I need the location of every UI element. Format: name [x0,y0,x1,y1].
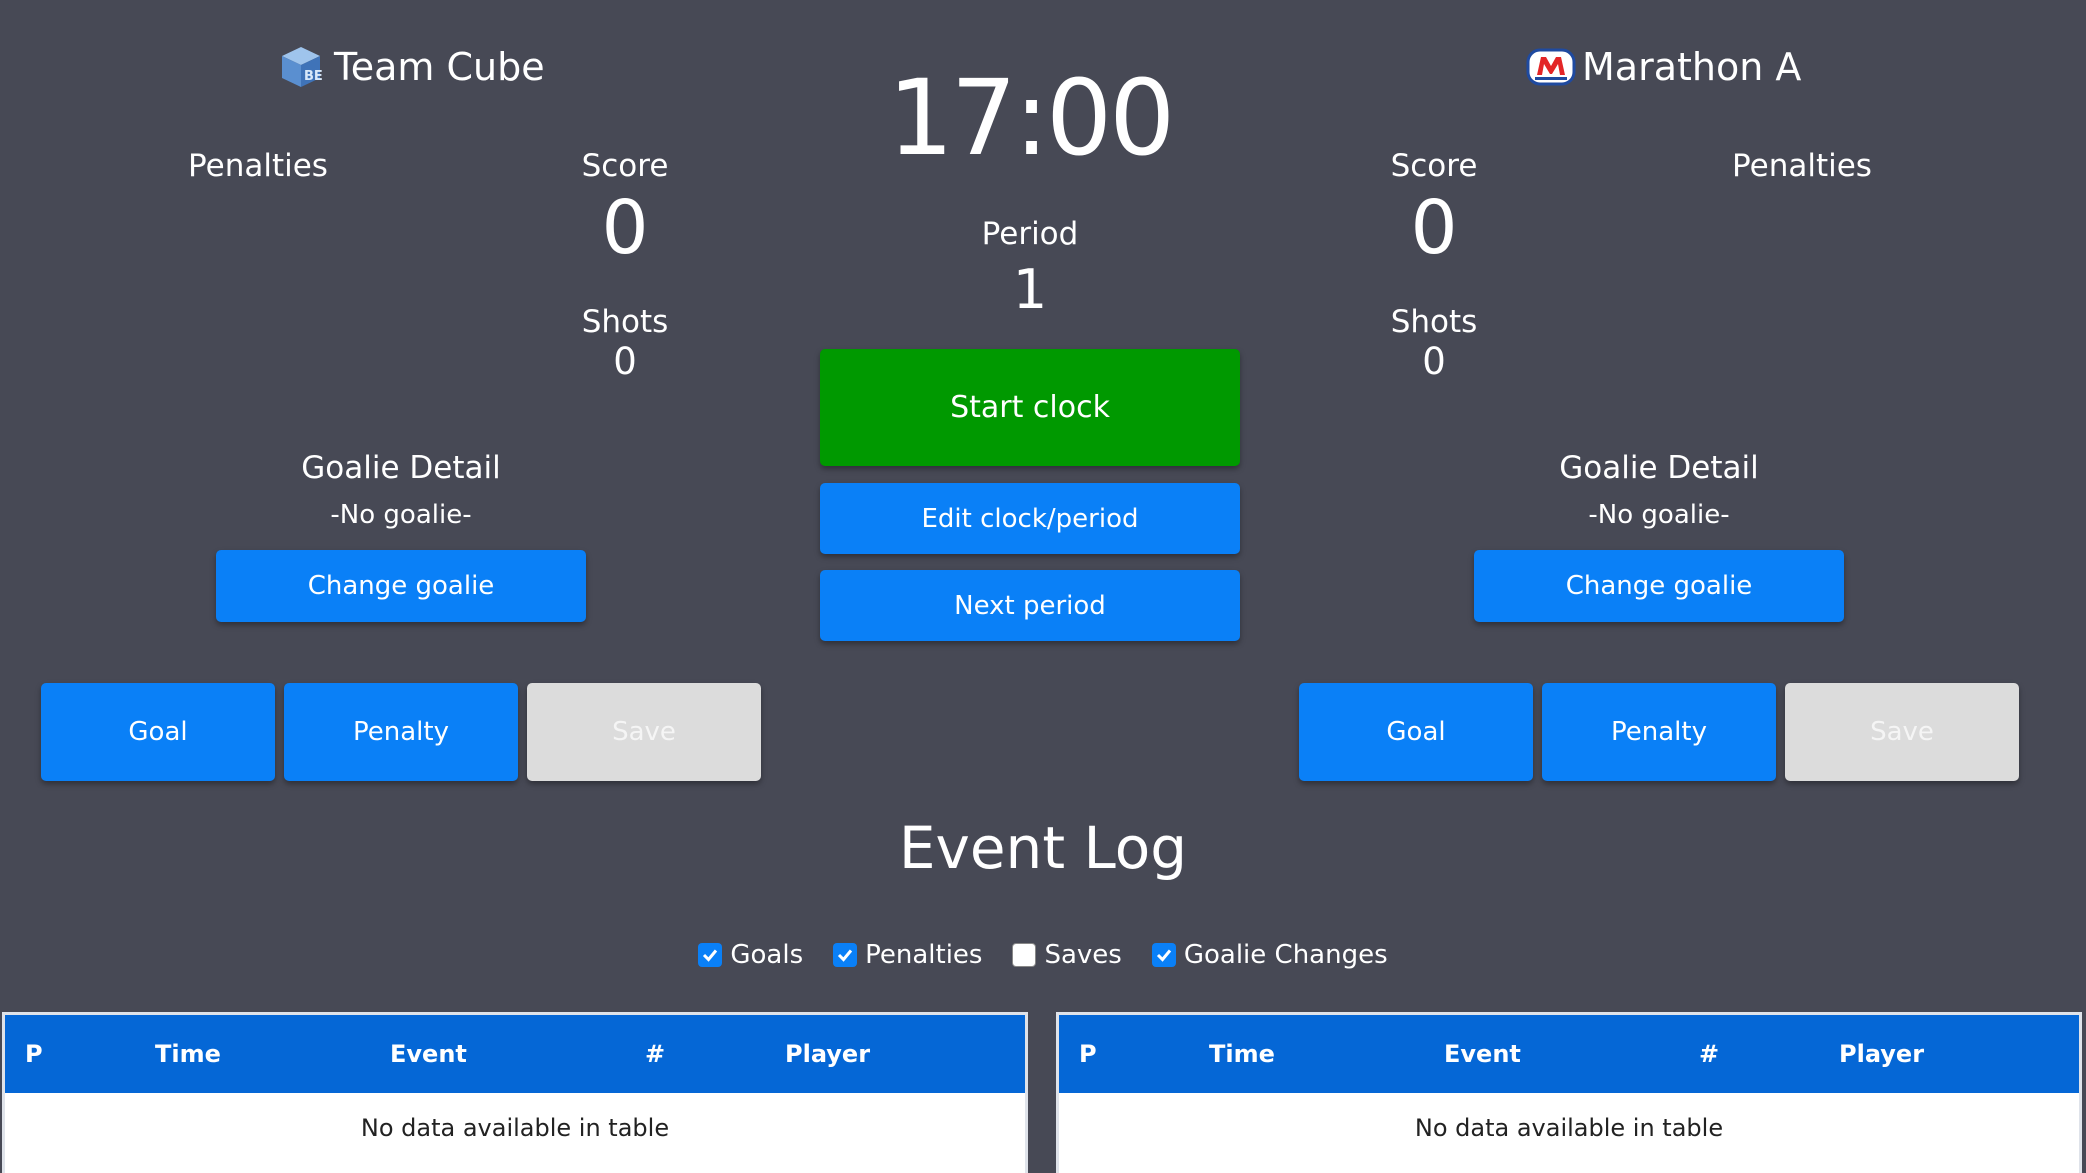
empty-table-message: No data available in table [360,1114,670,1142]
filter-goals-label: Goals [730,940,804,970]
home-score-value: 0 [601,185,649,271]
filter-goalie-changes-label: Goalie Changes [1183,940,1388,970]
home-change-goalie-button[interactable]: Change goalie [216,550,586,622]
away-penalty-button[interactable]: Penalty [1542,683,1776,781]
filter-penalties-label: Penalties [865,940,983,970]
home-shots-value: 0 [613,340,637,383]
filter-goals[interactable]: Goals [698,940,803,970]
marathon-logo-icon [1526,44,1576,90]
column-header-time[interactable]: Time [155,1015,221,1093]
table-header: P Time Event # Player [5,1015,1025,1093]
home-shots-label: Shots [581,304,669,340]
period-value: 1 [1012,258,1048,321]
start-clock-button[interactable]: Start clock [820,349,1240,466]
away-event-table: P Time Event # Player No data available … [1056,1012,2082,1173]
table-header: P Time Event # Player [1059,1015,2079,1093]
check-icon [703,949,718,962]
next-period-button[interactable]: Next period [820,570,1240,641]
filter-penalties[interactable]: Penalties [833,940,982,970]
home-goalie-title: Goalie Detail [301,450,501,486]
home-goalie-name: -No goalie- [330,500,472,530]
checkbox-saves[interactable] [1012,943,1037,967]
edit-clock-period-button[interactable]: Edit clock/period [820,483,1240,554]
away-shots-label: Shots [1390,304,1478,340]
period-label: Period [981,216,1079,252]
away-score-label: Score [1390,148,1478,184]
home-goal-button[interactable]: Goal [41,683,275,781]
away-penalties-label: Penalties [1732,148,1872,184]
column-header-p[interactable]: P [1079,1015,1097,1093]
away-shots-value: 0 [1422,340,1446,383]
away-goalie-title: Goalie Detail [1559,450,1759,486]
away-team-name: Marathon A [1526,40,1801,94]
svg-text:BE: BE [304,69,323,84]
checkbox-goalie-changes[interactable] [1151,943,1176,967]
column-header-event[interactable]: Event [1444,1015,1521,1093]
game-clock: 17:00 [887,57,1176,179]
away-save-button[interactable]: Save [1785,683,2019,781]
column-header-p[interactable]: P [25,1015,43,1093]
column-header-number[interactable]: # [645,1015,665,1093]
away-goalie-name: -No goalie- [1588,500,1730,530]
checkbox-goals[interactable] [698,943,723,967]
empty-table-message: No data available in table [1414,1114,1724,1142]
home-score-label: Score [581,148,669,184]
away-change-goalie-button[interactable]: Change goalie [1474,550,1844,622]
column-header-player[interactable]: Player [785,1015,870,1093]
home-save-button[interactable]: Save [527,683,761,781]
home-penalties-label: Penalties [188,148,328,184]
check-icon [1156,949,1171,962]
check-icon [838,949,853,962]
event-log-title: Event Log [898,814,1188,882]
away-score-value: 0 [1410,185,1458,271]
filter-saves-label: Saves [1044,940,1122,970]
column-header-event[interactable]: Event [390,1015,467,1093]
away-goal-button[interactable]: Goal [1299,683,1533,781]
column-header-time[interactable]: Time [1209,1015,1275,1093]
home-penalty-button[interactable]: Penalty [284,683,518,781]
filter-goalie-changes[interactable]: Goalie Changes [1151,940,1388,970]
cube-logo-icon: BE [278,44,324,90]
home-event-table: P Time Event # Player No data available … [2,1012,1028,1173]
filter-saves[interactable]: Saves [1012,940,1122,970]
checkbox-penalties[interactable] [833,943,858,967]
home-team-name: BE Team Cube [278,40,545,94]
column-header-player[interactable]: Player [1839,1015,1924,1093]
event-log-filters: Goals Penalties Saves Goalie Changes [0,940,2086,970]
column-header-number[interactable]: # [1699,1015,1719,1093]
